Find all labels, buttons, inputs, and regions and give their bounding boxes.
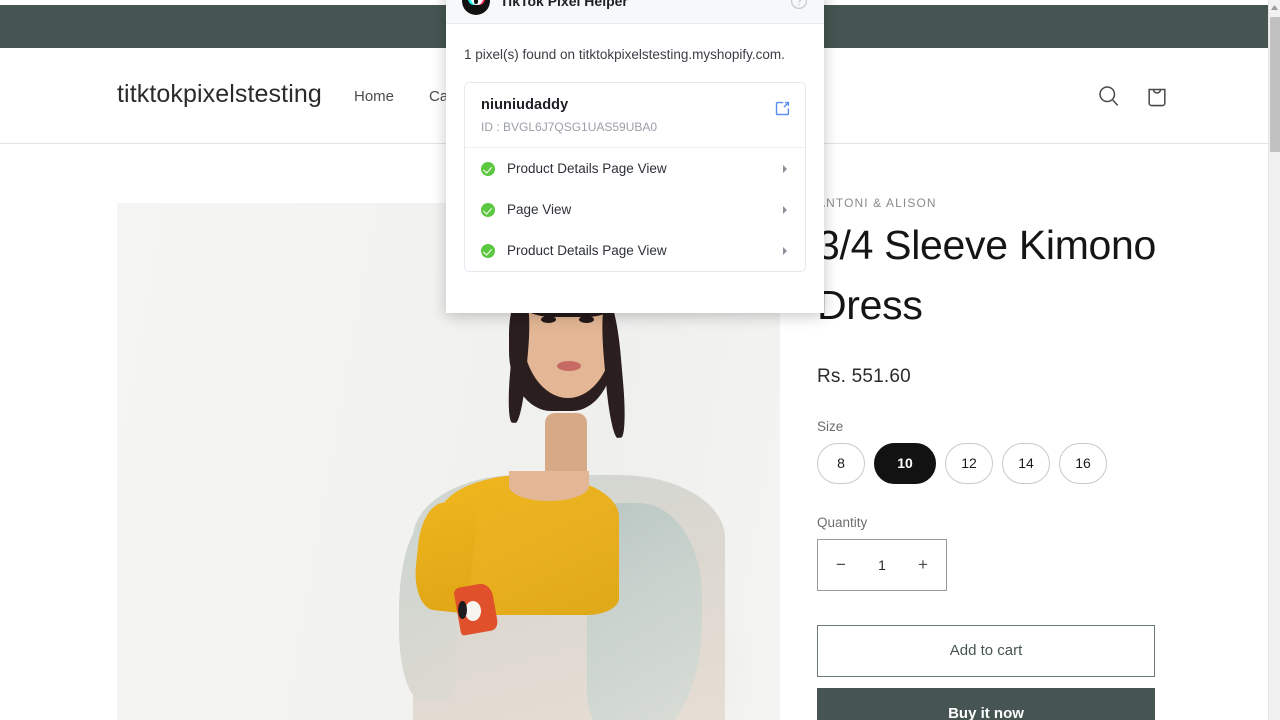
popup-header: TikTok Pixel Helper (446, 0, 824, 24)
chevron-right-icon[interactable] (783, 164, 787, 173)
pixel-name: niuniudaddy (481, 97, 569, 113)
quantity-stepper: − 1 + (817, 538, 947, 591)
pixel-card: niuniudaddy ID : BVGL6J7QSG1UAS59UBA0 Pr… (464, 82, 806, 272)
size-option-14[interactable]: 14 (1002, 442, 1050, 484)
pixel-card-header: niuniudaddy ID : BVGL6J7QSG1UAS59UBA0 (465, 83, 805, 148)
tiktok-pixel-helper-popup: TikTok Pixel Helper 1 pixel(s) found on … (446, 0, 824, 313)
add-to-cart-button[interactable]: Add to cart (817, 624, 1155, 677)
pixels-found-text: 1 pixel(s) found on titktokpixelstesting… (464, 47, 785, 62)
quantity-increase-button[interactable]: + (918, 556, 928, 573)
quantity-label: Quantity (817, 514, 868, 530)
page-scrollbar[interactable] (1268, 0, 1280, 720)
check-circle-icon (481, 202, 495, 217)
external-link-icon[interactable] (774, 100, 791, 117)
size-option-16[interactable]: 16 (1059, 442, 1107, 484)
event-row[interactable]: Product Details Page View (465, 230, 805, 271)
search-icon[interactable] (1095, 82, 1123, 110)
product-vendor[interactable]: ANTONI & ALISON (817, 196, 1157, 210)
tiktok-logo-icon (462, 0, 490, 15)
event-label: Product Details Page View (507, 243, 667, 258)
check-circle-icon (481, 161, 495, 176)
event-label: Product Details Page View (507, 161, 667, 176)
popup-title: TikTok Pixel Helper (500, 0, 628, 9)
help-circle-icon[interactable] (790, 0, 808, 10)
nav-item-home[interactable]: Home (354, 88, 394, 105)
scroll-up-arrow-icon[interactable] (1269, 0, 1280, 15)
event-row[interactable]: Product Details Page View (465, 148, 805, 189)
chevron-right-icon[interactable] (783, 205, 787, 214)
event-label: Page View (507, 202, 572, 217)
chevron-right-icon[interactable] (783, 246, 787, 255)
quantity-value[interactable]: 1 (878, 557, 886, 573)
size-selector: 8 10 12 14 16 (817, 442, 1157, 484)
pixel-id: ID : BVGL6J7QSG1UAS59UBA0 (481, 120, 658, 134)
size-option-8[interactable]: 8 (817, 442, 865, 484)
popup-body: 1 pixel(s) found on titktokpixelstesting… (446, 47, 824, 272)
scrollbar-thumb[interactable] (1270, 17, 1280, 152)
size-option-10[interactable]: 10 (874, 442, 936, 484)
check-circle-icon (481, 243, 495, 258)
cart-icon[interactable] (1143, 82, 1171, 110)
product-title: 3/4 Sleeve Kimono Dress (817, 222, 1157, 328)
store-logo[interactable]: titktokpixelstesting (117, 80, 322, 109)
quantity-decrease-button[interactable]: − (836, 556, 846, 573)
buy-it-now-button[interactable]: Buy it now (817, 687, 1155, 720)
event-row[interactable]: Page View (465, 189, 805, 230)
screenshot-viewport: titktokpixelstesting Home Catal (0, 0, 1280, 720)
product-price: Rs. 551.60 (817, 365, 911, 387)
size-label: Size (817, 418, 844, 434)
header-icon-group (1095, 82, 1171, 110)
size-option-12[interactable]: 12 (945, 442, 993, 484)
product-info-panel: ANTONI & ALISON 3/4 Sleeve Kimono Dress … (817, 196, 1157, 720)
